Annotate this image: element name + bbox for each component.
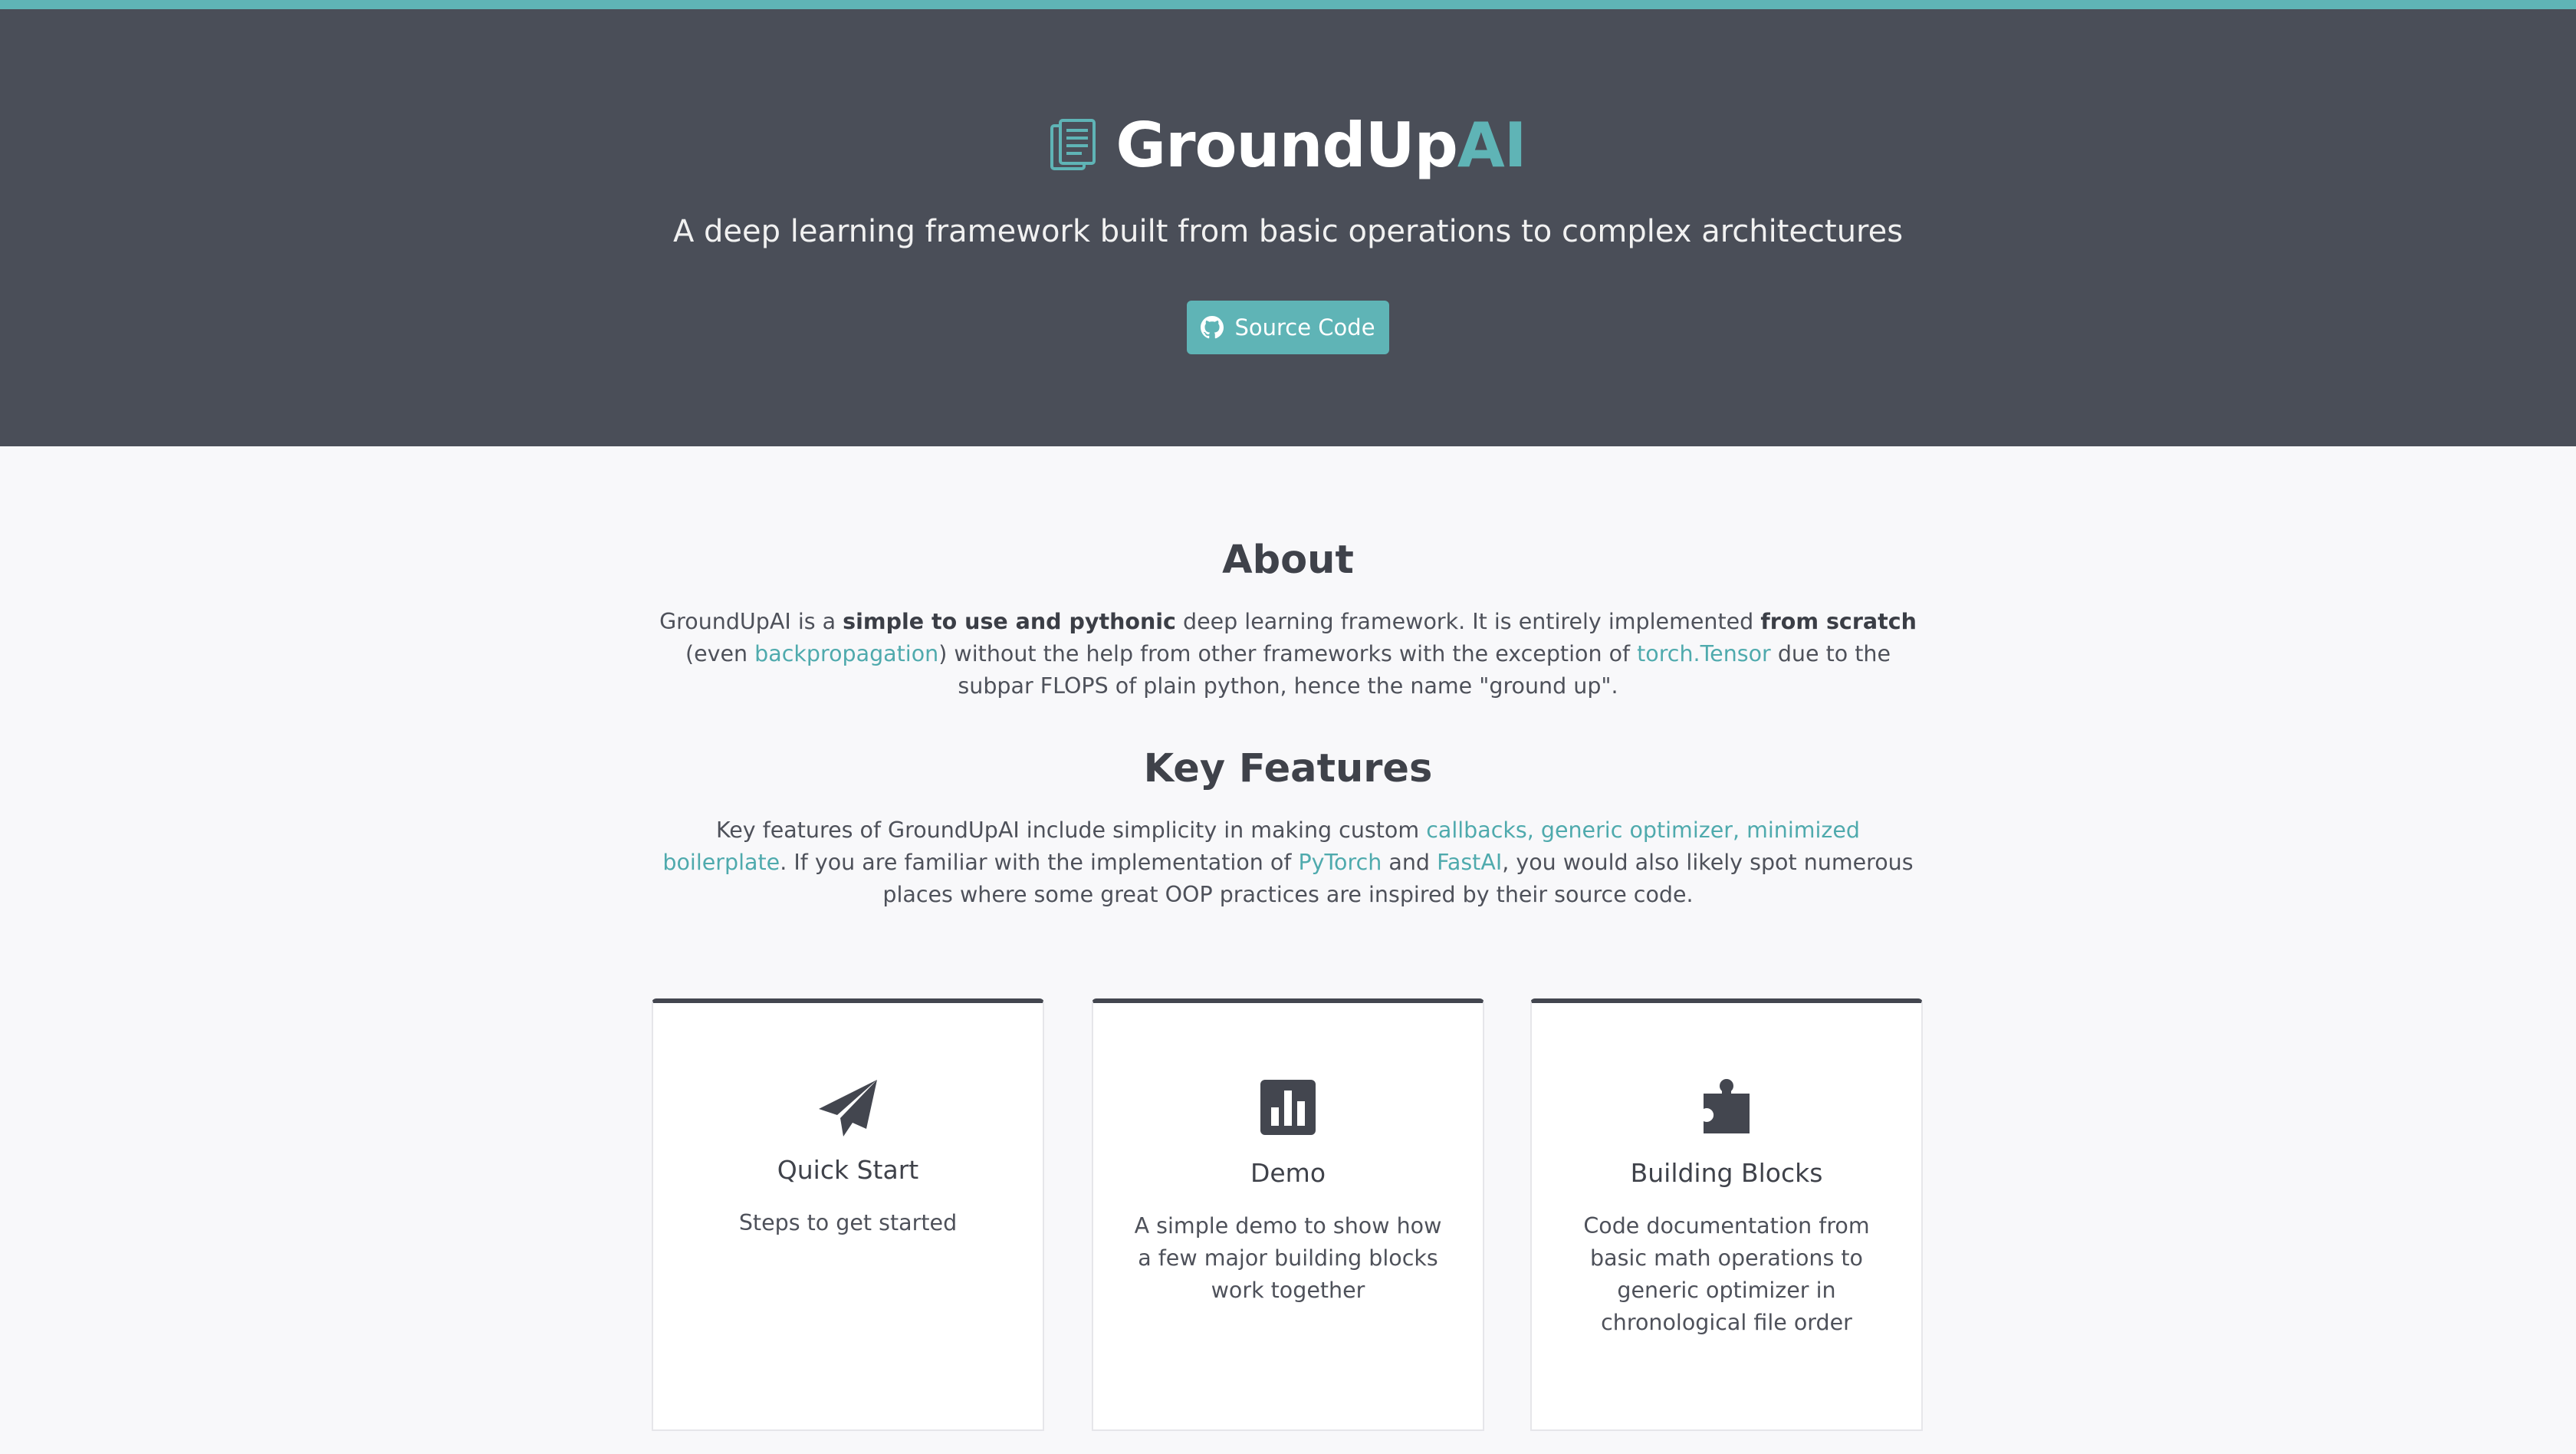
about-bold-1: simple to use and pythonic: [843, 609, 1176, 634]
fastai-link[interactable]: FastAI: [1437, 850, 1502, 875]
card-desc-quick-start: Steps to get started: [738, 1210, 958, 1235]
document-icon: [1050, 119, 1096, 170]
about-text-3: (even: [685, 641, 755, 666]
bar-chart-icon: [1260, 1080, 1316, 1135]
about-text-2: deep learning framework. It is entirely …: [1175, 609, 1761, 634]
backpropagation-link[interactable]: backpropagation: [754, 641, 938, 666]
card-building-blocks[interactable]: Building Blocks Code documentation from …: [1530, 998, 1923, 1431]
brand-accent: AI: [1457, 110, 1527, 181]
brand[interactable]: GroundUpAI: [0, 100, 2576, 192]
github-icon: [1201, 316, 1224, 339]
hero-header: GroundUpAI A deep learning framework bui…: [0, 9, 2576, 446]
features-text-3: and: [1382, 850, 1438, 875]
tagline: A deep learning framework built from bas…: [672, 214, 1904, 249]
about-text-4: ) without the help from other frameworks…: [938, 641, 1638, 666]
brand-main: GroundUp: [1116, 110, 1457, 181]
brand-name: GroundUpAI: [1116, 115, 1526, 176]
paper-plane-icon: [819, 1080, 877, 1137]
card-title-building-blocks: Building Blocks: [1630, 1158, 1823, 1188]
about-paragraph: GroundUpAI is a simple to use and python…: [659, 606, 1917, 702]
card-desc-demo: A simple demo to show how a few major bu…: [1134, 1213, 1442, 1303]
key-features-paragraph: Key features of GroundUpAI include simpl…: [659, 814, 1917, 911]
key-features-title: Key Features: [1143, 746, 1433, 791]
features-text-1: Key features of GroundUpAI include simpl…: [716, 817, 1427, 843]
source-code-label: Source Code: [1234, 314, 1375, 340]
top-accent-bar: [0, 0, 2576, 9]
torch-tensor-link[interactable]: torch.Tensor: [1637, 641, 1771, 666]
source-code-button[interactable]: Source Code: [1187, 301, 1389, 354]
features-text-2: . If you are familiar with the implement…: [780, 850, 1299, 875]
card-title-quick-start: Quick Start: [777, 1155, 919, 1185]
pytorch-link[interactable]: PyTorch: [1298, 850, 1382, 875]
about-bold-2: from scratch: [1760, 609, 1917, 634]
about-title: About: [1222, 538, 1354, 583]
card-quick-start[interactable]: Quick Start Steps to get started: [652, 998, 1044, 1431]
card-demo[interactable]: Demo A simple demo to show how a few maj…: [1092, 998, 1484, 1431]
puzzle-piece-icon: [1704, 1079, 1750, 1133]
card-desc-building-blocks: Code documentation from basic math opera…: [1583, 1213, 1870, 1335]
card-title-demo: Demo: [1250, 1158, 1326, 1188]
about-text-1: GroundUpAI is a: [659, 609, 843, 634]
